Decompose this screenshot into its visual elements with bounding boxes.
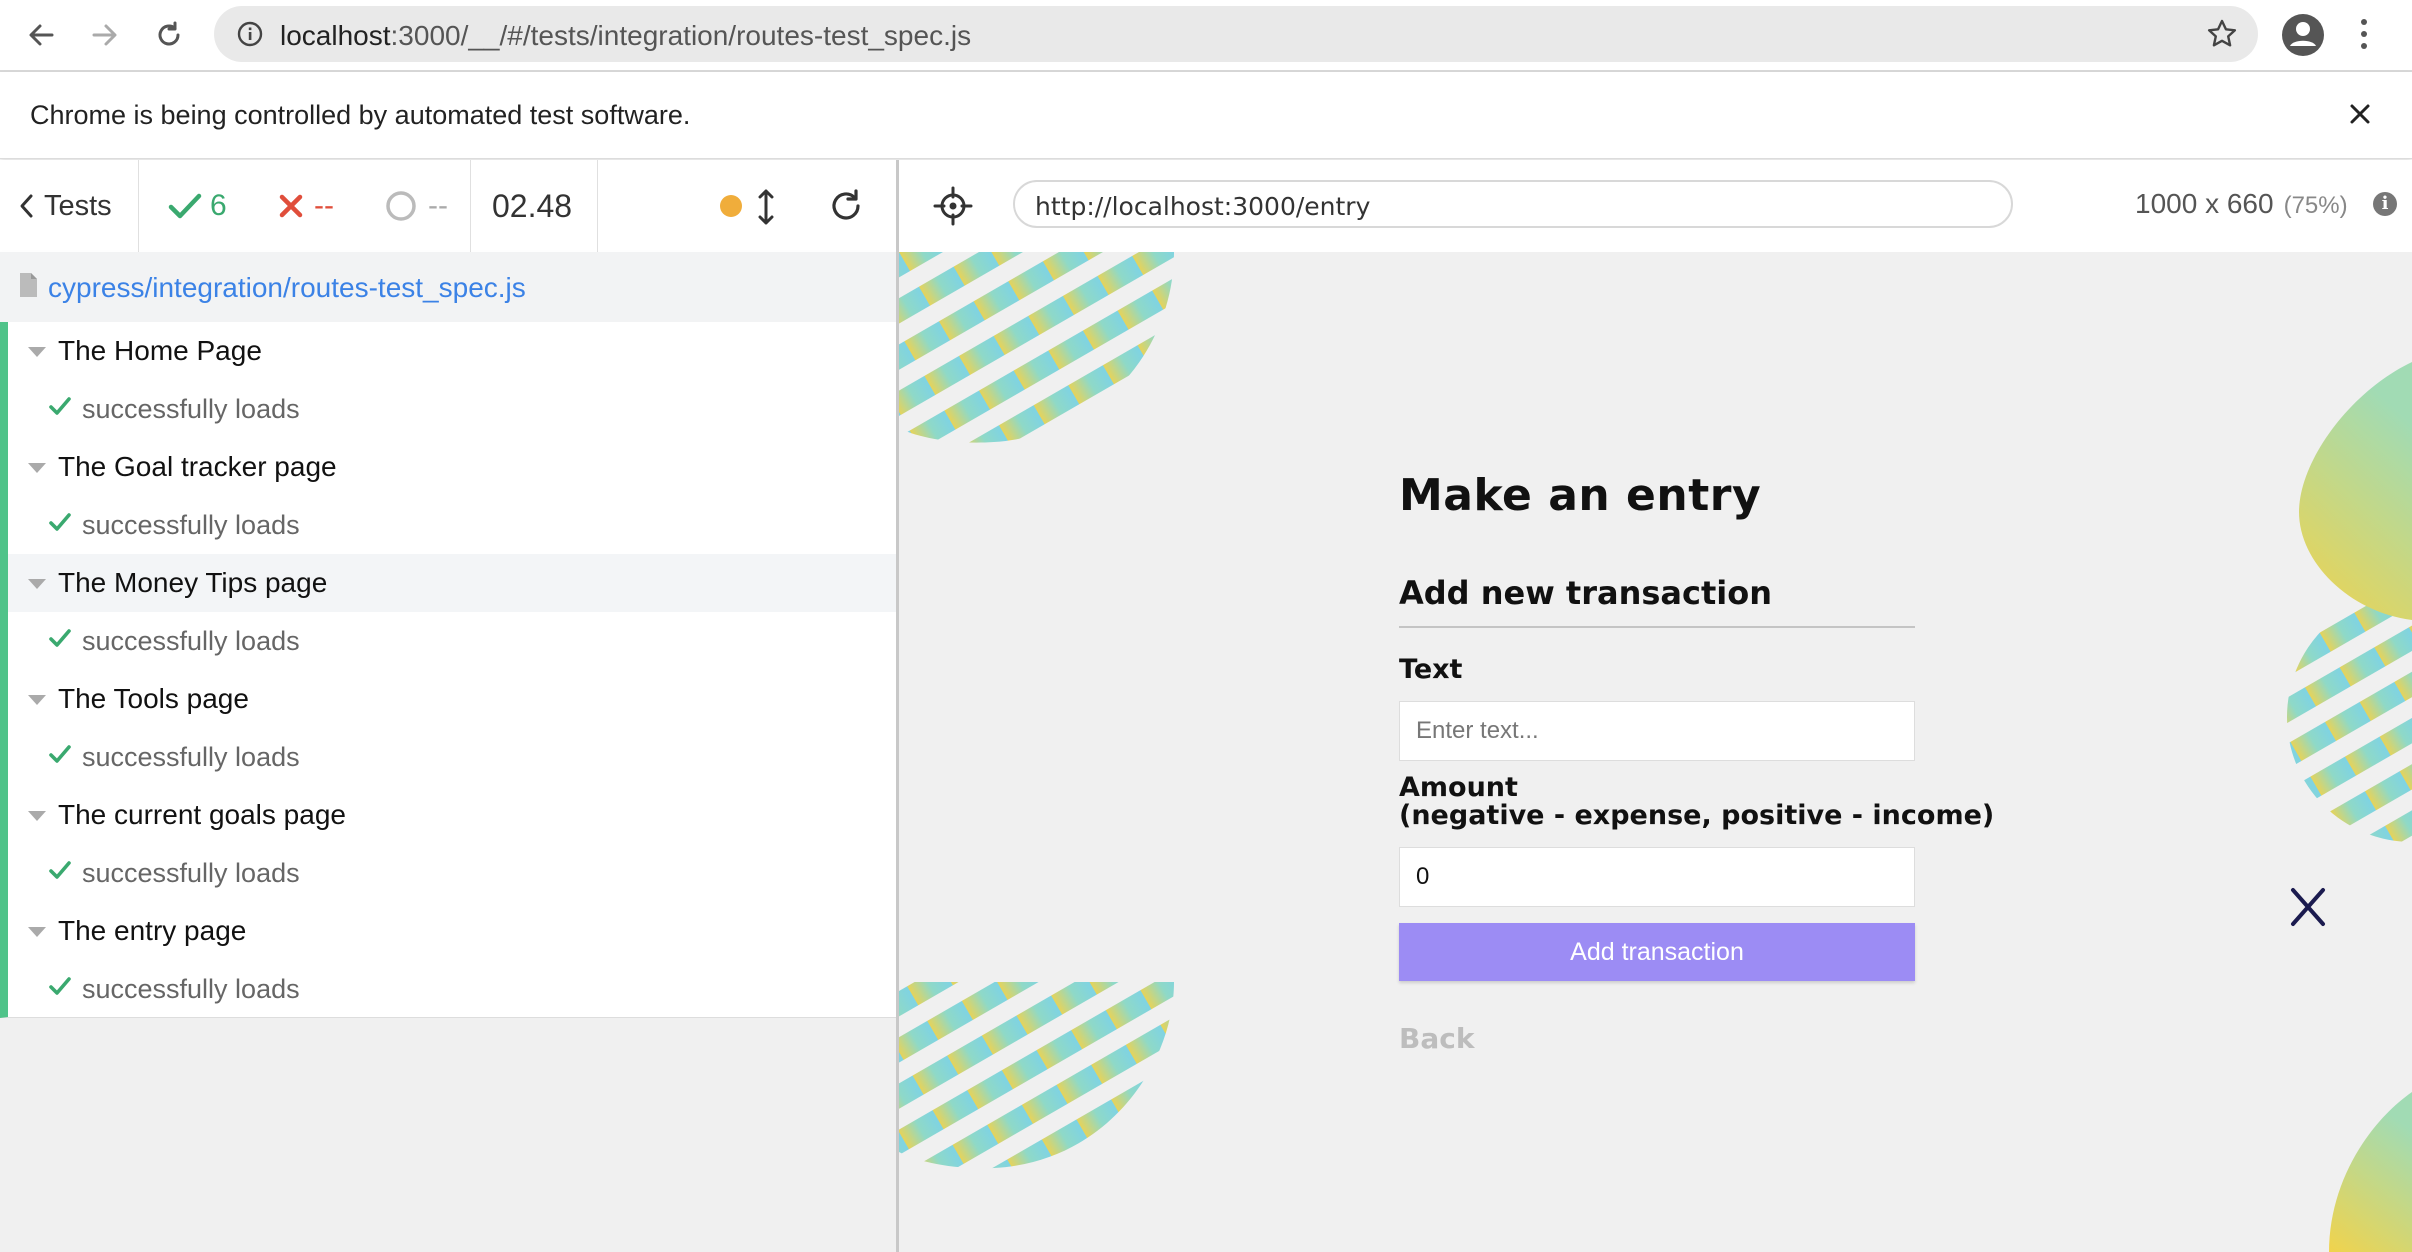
forward-arrow-icon[interactable]: [82, 12, 128, 58]
test-row[interactable]: successfully loads: [8, 496, 896, 554]
section-heading: Add new transaction: [1399, 574, 1772, 612]
amount-input[interactable]: [1400, 848, 1914, 906]
app-under-test: Make an entry Add new transaction Text A…: [899, 252, 2412, 1252]
suite-title-text: The entry page: [58, 915, 247, 946]
amount-input-wrapper: [1399, 847, 1915, 907]
suite-title-text: The Home Page: [58, 335, 262, 366]
header-divider: [470, 160, 471, 252]
address-path: :3000/__/#/tests/integration/routes-test…: [390, 20, 972, 51]
viewport-scale: (75%): [2283, 192, 2348, 219]
passed-stat: 6: [168, 160, 227, 252]
back-arrow-icon[interactable]: [18, 12, 64, 58]
chevron-left-icon: [20, 194, 33, 218]
text-label: Text: [1399, 654, 1463, 685]
check-icon: [168, 193, 202, 219]
pending-stat: --: [384, 160, 448, 252]
check-icon: [49, 629, 71, 647]
test-row[interactable]: successfully loads: [8, 960, 896, 1018]
automation-infobar: Chrome is being controlled by automated …: [0, 72, 2412, 159]
suite-title[interactable]: The entry page: [8, 902, 896, 960]
bookmark-star-icon[interactable]: [2206, 18, 2238, 55]
address-bar[interactable]: localhost:3000/__/#/tests/integration/ro…: [214, 6, 2258, 62]
viewport-dimensions: 1000 x 660: [2135, 188, 2274, 219]
tests-nav-button[interactable]: Tests: [18, 160, 112, 252]
address-host: localhost: [280, 20, 391, 51]
caret-down-icon: [28, 347, 46, 357]
address-text: localhost:3000/__/#/tests/integration/ro…: [280, 20, 971, 52]
amount-label-line2: (negative - expense, positive - income): [1399, 800, 1995, 831]
close-icon[interactable]: [2342, 96, 2378, 132]
failed-stat: --: [278, 160, 334, 252]
spec-header: cypress/integration/routes-test_spec.js: [0, 252, 896, 323]
profile-avatar-icon[interactable]: [2280, 12, 2326, 63]
caret-down-icon: [28, 695, 46, 705]
caret-down-icon: [28, 579, 46, 589]
auto-scroll-toggle-icon[interactable]: [756, 188, 776, 231]
file-icon: [18, 272, 38, 303]
test-title-text: successfully loads: [82, 510, 300, 540]
passed-count: 6: [210, 189, 227, 222]
check-icon: [49, 861, 71, 879]
check-icon: [49, 513, 71, 531]
check-icon: [49, 745, 71, 763]
viewport-size: 1000 x 660 (75%): [2135, 188, 2348, 220]
duration-timer: 02.48: [492, 187, 573, 224]
amount-label-line1: Amount: [1399, 772, 1518, 803]
test-title-text: successfully loads: [82, 394, 300, 424]
back-link[interactable]: Back: [1399, 1022, 1474, 1055]
amount-label: Amount (negative - expense, positive - i…: [1399, 774, 1994, 830]
text-input-wrapper: [1399, 701, 1915, 761]
suite-title[interactable]: The Tools page: [8, 670, 896, 728]
header-divider: [138, 160, 139, 252]
suite-title[interactable]: The Money Tips page: [8, 554, 896, 612]
x-icon: [279, 194, 303, 218]
check-icon: [49, 977, 71, 995]
restart-icon[interactable]: [828, 188, 864, 229]
pending-count: --: [428, 189, 448, 222]
caret-down-icon: [28, 463, 46, 473]
cross-mark-icon: [2291, 888, 2325, 926]
test-row[interactable]: successfully loads: [8, 612, 896, 670]
aut-url-text: http://localhost:3000/entry: [1035, 192, 1371, 221]
header-divider: [597, 160, 598, 252]
info-icon[interactable]: i: [2373, 192, 2397, 216]
runner-header: Tests 6 -- -- 02.48: [0, 160, 896, 253]
caret-down-icon: [28, 811, 46, 821]
test-title-text: successfully loads: [82, 974, 300, 1004]
running-status-dot-icon: [720, 195, 742, 217]
test-row[interactable]: successfully loads: [8, 728, 896, 786]
tests-label: Tests: [44, 189, 112, 222]
text-input[interactable]: [1400, 702, 1914, 760]
page-title: Make an entry: [1399, 470, 1762, 521]
failed-count: --: [314, 189, 334, 222]
test-row[interactable]: successfully loads: [8, 844, 896, 902]
pending-circle-icon: [386, 191, 416, 221]
test-title-text: successfully loads: [82, 626, 300, 656]
suite-title-text: The current goals page: [58, 799, 346, 830]
infobar-text: Chrome is being controlled by automated …: [30, 100, 691, 130]
aut-header: http://localhost:3000/entry 1000 x 660 (7…: [899, 160, 2412, 253]
caret-down-icon: [28, 927, 46, 937]
menu-kebab-icon[interactable]: [2354, 14, 2374, 59]
selector-playground-crosshair-icon[interactable]: [931, 184, 975, 228]
section-divider: [1399, 626, 1915, 628]
spec-file-link[interactable]: cypress/integration/routes-test_spec.js: [48, 272, 526, 304]
suite-title-text: The Money Tips page: [58, 567, 328, 598]
suite-title[interactable]: The Home Page: [8, 322, 896, 380]
add-transaction-button[interactable]: Add transaction: [1399, 923, 1915, 981]
test-title-text: successfully loads: [82, 742, 300, 772]
suite-list: The Home Page successfully loads The Goa…: [0, 322, 896, 1018]
suite-title[interactable]: The Goal tracker page: [8, 438, 896, 496]
suite-title-text: The Tools page: [58, 683, 249, 714]
reload-icon[interactable]: [146, 12, 192, 58]
suite-title-text: The Goal tracker page: [58, 451, 337, 482]
suite-title[interactable]: The current goals page: [8, 786, 896, 844]
browser-toolbar: localhost:3000/__/#/tests/integration/ro…: [0, 0, 2412, 72]
test-title-text: successfully loads: [82, 858, 300, 888]
test-row[interactable]: successfully loads: [8, 380, 896, 438]
test-reporter: cypress/integration/routes-test_spec.js …: [0, 252, 896, 1252]
check-icon: [49, 397, 71, 415]
site-info-icon[interactable]: [236, 20, 264, 53]
aut-url-field[interactable]: http://localhost:3000/entry: [1013, 180, 2013, 228]
